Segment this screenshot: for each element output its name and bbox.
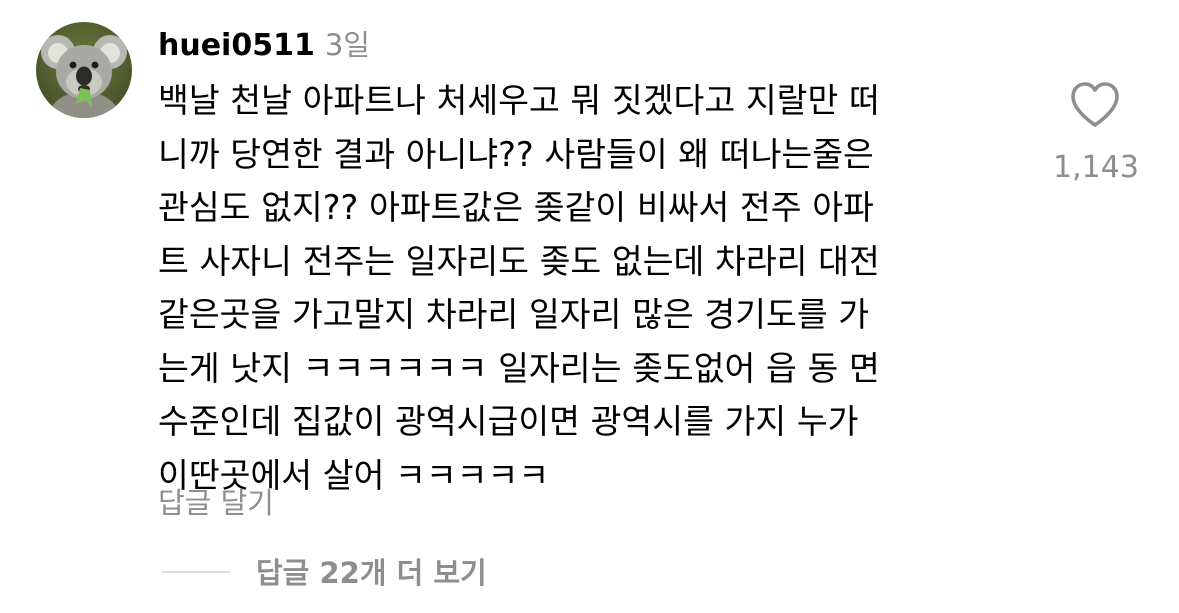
timestamp: 3일: [324, 28, 370, 62]
view-replies-button[interactable]: 답글 22개 더 보기: [256, 550, 487, 592]
like-button[interactable]: [1068, 80, 1122, 130]
comment-header: huei0511 3일: [158, 22, 370, 66]
koala-avatar-icon: [36, 22, 132, 118]
replies-divider: [162, 571, 230, 573]
heart-outline-icon: [1071, 82, 1119, 127]
like-count: 1,143: [1053, 150, 1139, 185]
avatar[interactable]: [36, 22, 132, 118]
comment-text: 백날 천날 아파트나 처세우고 뭐 짓겠다고 지랄만 떠 니까 당연한 결과 아…: [158, 81, 880, 495]
reply-button[interactable]: 답글 달기: [158, 480, 274, 522]
comment-item: huei0511 3일 백날 천날 아파트나 처세우고 뭐 짓겠다고 지랄만 떠…: [0, 0, 1179, 613]
username[interactable]: huei0511: [158, 28, 315, 63]
